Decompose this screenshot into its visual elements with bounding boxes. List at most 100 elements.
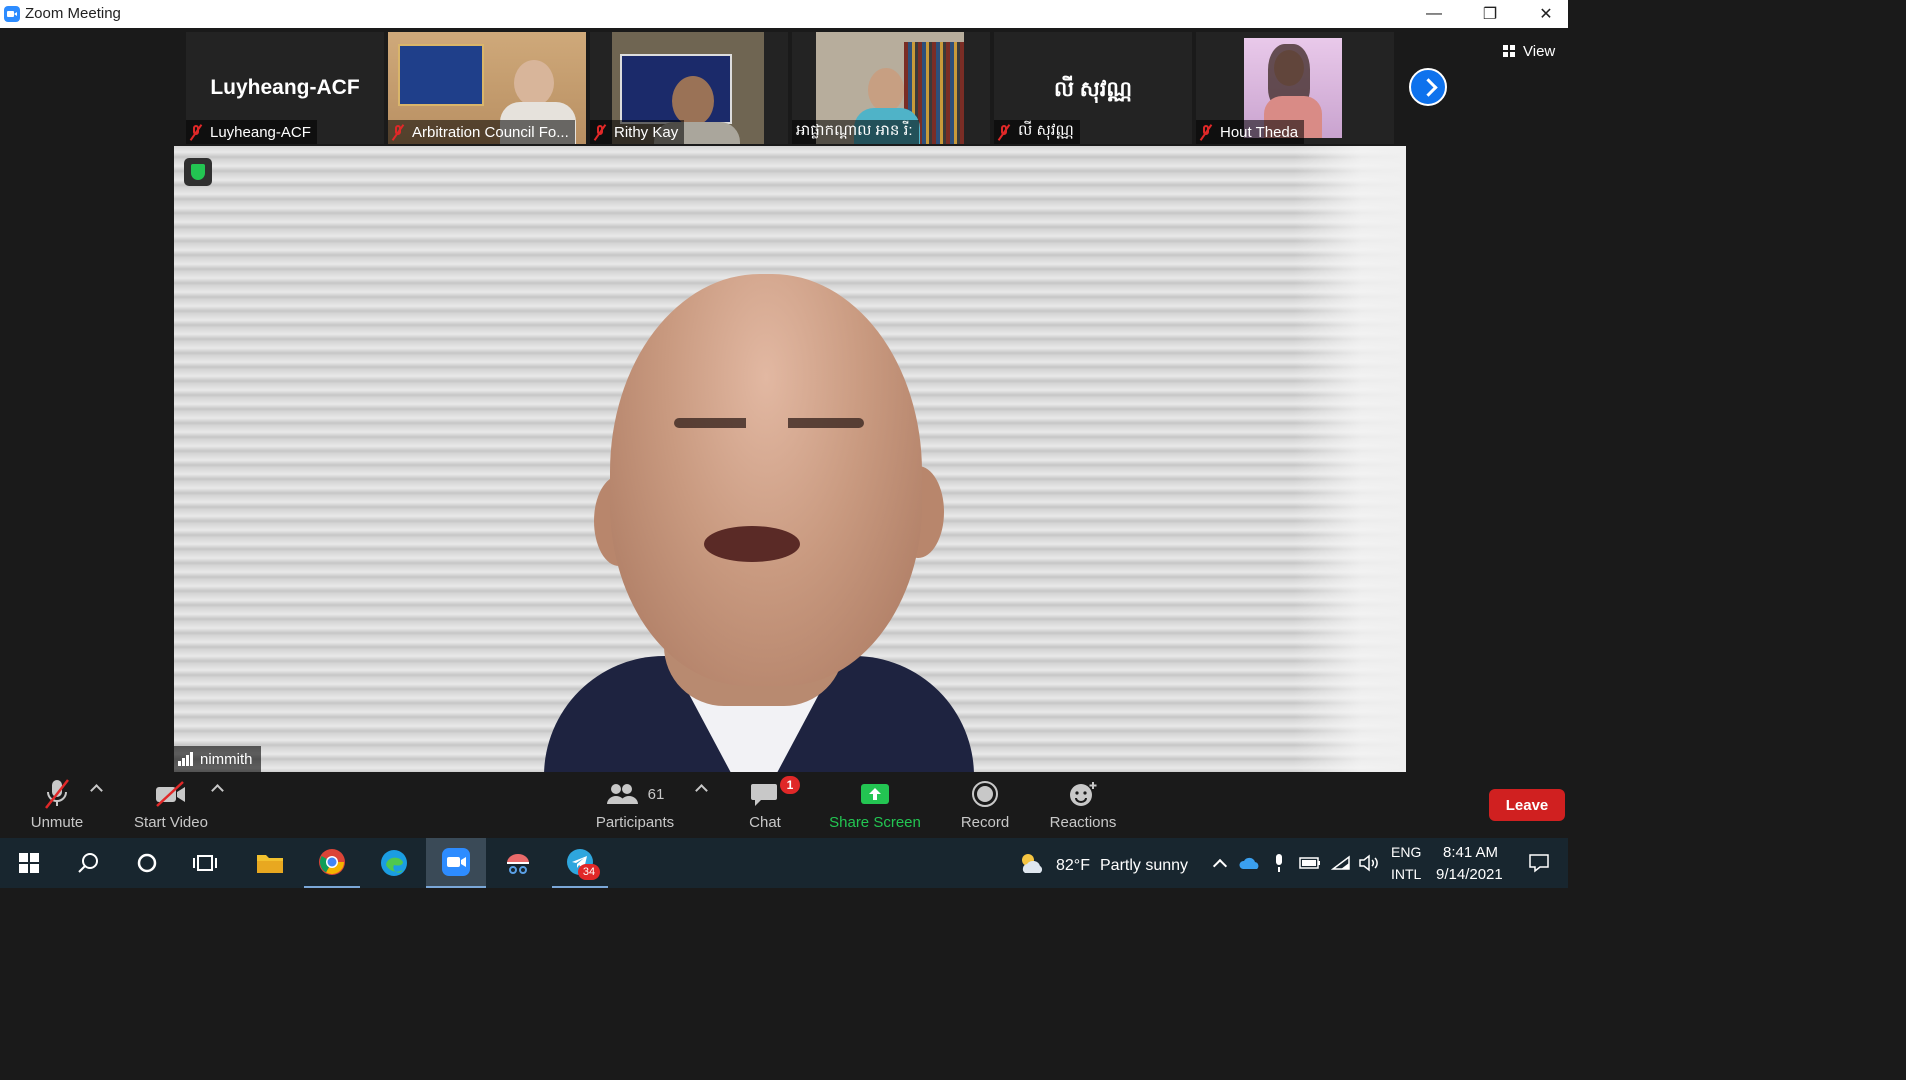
participant-display-name: Luyheang-ACF: [210, 76, 360, 99]
volume-icon[interactable]: [1356, 838, 1382, 888]
participant-name: អាផ្លាកណ្ដាល អាន រី:: [796, 122, 913, 139]
close-button[interactable]: ✕: [1518, 0, 1574, 28]
telegram-button[interactable]: 34: [552, 838, 608, 888]
start-button[interactable]: [0, 838, 58, 888]
record-button[interactable]: Record: [956, 774, 1014, 838]
participant-label: Luyheang-ACF: [186, 120, 317, 144]
encryption-shield-icon[interactable]: [184, 158, 212, 186]
notification-icon: [1529, 854, 1549, 873]
file-explorer-button[interactable]: [242, 838, 298, 888]
input-language[interactable]: ENG: [1391, 844, 1421, 860]
meeting-stage: Luyheang-ACF Luyheang-ACF Arbitration Co…: [0, 28, 1568, 774]
next-page-button[interactable]: [1409, 68, 1447, 106]
video-off-icon: [154, 774, 188, 814]
zoom-icon: [442, 848, 470, 876]
chat-icon: 1: [750, 774, 800, 814]
participant-name: Rithy Kay: [614, 123, 679, 141]
mic-muted-icon: [42, 774, 72, 814]
clock-time[interactable]: 8:41 AM: [1443, 844, 1498, 861]
participant-label: លី សុវណ្ណ: [994, 120, 1080, 144]
chrome-button[interactable]: [304, 838, 360, 888]
reactions-emoji-icon: [1068, 774, 1098, 814]
leave-button[interactable]: Leave: [1489, 789, 1565, 821]
unmute-button[interactable]: Unmute: [24, 774, 90, 838]
participant-name: Arbitration Council Fo...: [412, 123, 569, 141]
meeting-toolbar: Unmute Start Video 61 Participants 1 Cha…: [0, 774, 1568, 838]
edge-button[interactable]: [366, 838, 422, 888]
battery-icon[interactable]: [1296, 838, 1324, 888]
weather-icon[interactable]: [1014, 838, 1048, 888]
search-button[interactable]: [62, 838, 116, 888]
chrome-icon: [319, 849, 345, 875]
participants-count: 61: [647, 785, 665, 803]
task-view-icon: [193, 855, 217, 871]
snip-sketch-icon: [507, 854, 529, 874]
active-speaker-video: nimmith: [174, 146, 1406, 772]
window-frame: [1294, 146, 1406, 772]
participant-tile[interactable]: Hout Theda: [1196, 32, 1394, 144]
signal-strength-icon: [178, 752, 194, 766]
cortana-button[interactable]: [120, 838, 174, 888]
view-button[interactable]: View: [1503, 38, 1555, 64]
chat-badge: 1: [780, 776, 800, 794]
grid-icon: [1503, 45, 1515, 57]
person-silhouette: [672, 76, 714, 126]
participant-name: Hout Theda: [1220, 123, 1299, 141]
participant-tile[interactable]: Luyheang-ACF Luyheang-ACF: [186, 32, 384, 144]
task-view-button[interactable]: [178, 838, 232, 888]
participant-tile[interactable]: Rithy Kay: [590, 32, 788, 144]
start-video-label: Start Video: [134, 814, 208, 831]
record-icon: [971, 774, 999, 814]
participants-icon: 61: [606, 774, 665, 814]
onedrive-cloud-icon[interactable]: [1236, 838, 1264, 888]
mic-muted-icon: [392, 124, 404, 140]
mic-muted-icon: [594, 124, 606, 140]
participant-name: លី សុវណ្ណ: [1018, 122, 1074, 139]
edge-icon: [381, 850, 407, 876]
participant-tile[interactable]: លី សុវណ្ណ លី សុវណ្ណ: [994, 32, 1192, 144]
title-bar: Zoom Meeting — ❐ ✕: [0, 0, 1568, 28]
share-screen-button[interactable]: Share Screen: [828, 774, 922, 838]
minimize-button[interactable]: —: [1406, 0, 1462, 28]
clock-date[interactable]: 9/14/2021: [1436, 866, 1503, 883]
speaker-head: [610, 274, 922, 686]
zoom-app-icon: [4, 6, 20, 22]
folder-icon: [257, 855, 283, 873]
person-silhouette: [868, 68, 904, 112]
backdrop-banner: [398, 44, 484, 106]
reactions-label: Reactions: [1049, 814, 1117, 831]
mic-muted-icon: [998, 124, 1010, 140]
restore-button[interactable]: ❐: [1462, 0, 1518, 28]
microphone-tray-icon[interactable]: [1268, 838, 1290, 888]
snip-sketch-button[interactable]: [490, 838, 546, 888]
window-title: Zoom Meeting: [25, 5, 121, 22]
input-layout[interactable]: INTL: [1391, 866, 1421, 882]
view-button-label: View: [1523, 42, 1556, 60]
participants-button[interactable]: 61 Participants: [592, 774, 678, 838]
zoom-taskbar-button[interactable]: [426, 838, 486, 888]
start-video-button[interactable]: Start Video: [128, 774, 214, 838]
person-silhouette: [514, 60, 554, 106]
windows-logo-icon: [19, 853, 39, 873]
show-hidden-icons-caret-icon[interactable]: [1208, 838, 1232, 888]
participants-label: Participants: [595, 814, 675, 831]
participant-name: Luyheang-ACF: [210, 123, 311, 141]
participant-tile[interactable]: អាផ្លាកណ្ដាល អាន រី:: [792, 32, 990, 144]
participant-label: Hout Theda: [1196, 120, 1305, 144]
participant-tile[interactable]: Arbitration Council Fo...: [388, 32, 586, 144]
participant-label: Rithy Kay: [590, 120, 685, 144]
action-center-button[interactable]: [1516, 838, 1562, 888]
audio-options-caret[interactable]: [90, 784, 103, 797]
wifi-icon[interactable]: [1328, 838, 1354, 888]
weather-temperature[interactable]: 82°F: [1056, 857, 1090, 875]
reactions-button[interactable]: Reactions: [1047, 774, 1119, 838]
share-screen-icon: [860, 774, 890, 814]
unmute-label: Unmute: [30, 814, 84, 831]
cortana-icon: [137, 853, 157, 873]
participant-label: Arbitration Council Fo...: [388, 120, 575, 144]
chat-button[interactable]: 1 Chat: [738, 774, 800, 838]
weather-condition[interactable]: Partly sunny: [1100, 857, 1188, 875]
participants-options-caret[interactable]: [695, 784, 708, 797]
speaker-mouth: [704, 526, 800, 562]
participant-label: អាផ្លាកណ្ដាល អាន រី:: [792, 120, 919, 144]
